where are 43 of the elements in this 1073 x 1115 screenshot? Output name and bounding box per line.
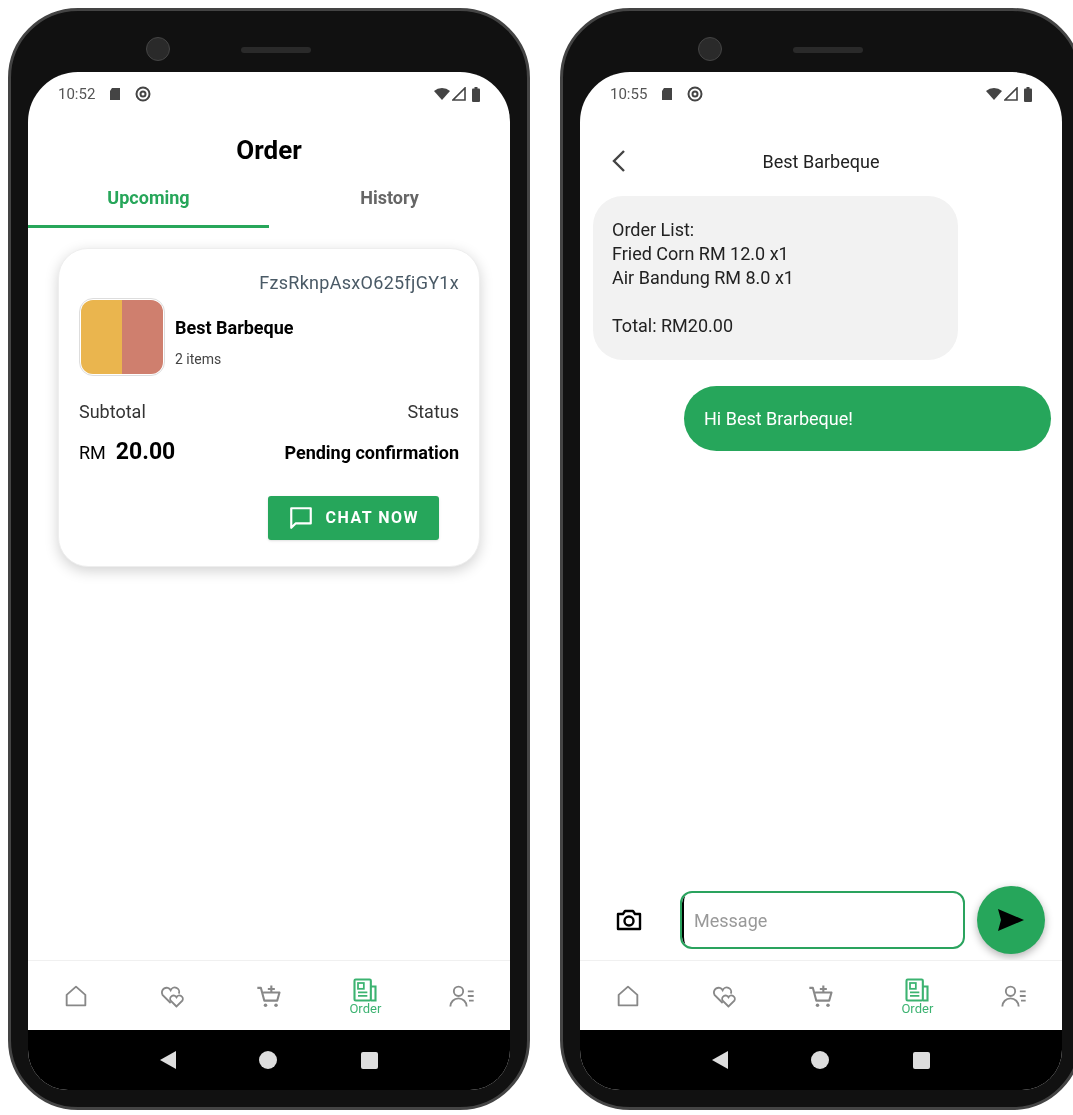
status-time: 10:52	[58, 83, 96, 105]
restaurant-name: Best Barbeque	[175, 316, 294, 340]
received-message-bubble: Order List: Fried Corn RM 12.0 x1 Air Bandung RM 8.0 x1 Total: RM20.00	[593, 196, 958, 360]
currency-label: RM	[79, 441, 106, 465]
sent-message-bubble: Hi Best Brarbeque!	[684, 386, 1051, 451]
speaker-grille	[793, 47, 863, 53]
tab[interactable]: History	[269, 180, 510, 228]
signal-icon	[1004, 87, 1018, 101]
nav-tab[interactable]: Order	[335, 975, 396, 1016]
speaker-grille	[241, 47, 311, 53]
page-title: Order	[235, 134, 303, 167]
receipt-icon	[903, 975, 932, 1004]
send-button[interactable]	[977, 886, 1045, 954]
status-label: Status	[407, 400, 459, 424]
recents-square-icon[interactable]	[913, 1051, 931, 1069]
battery-icon	[472, 86, 480, 102]
chat-title: Best Barbeque	[762, 149, 880, 174]
home-circle-icon[interactable]	[811, 1051, 830, 1069]
order-status: Pending confirmation	[284, 441, 459, 465]
back-triangle-icon[interactable]	[711, 1051, 728, 1069]
nav-tab[interactable]: Order	[887, 975, 948, 1016]
tab[interactable]: Upcoming	[28, 180, 269, 228]
front-camera	[146, 37, 170, 61]
chat-bubble-icon	[287, 504, 314, 531]
camera-icon[interactable]	[616, 908, 642, 932]
battery-icon	[1024, 86, 1032, 102]
front-camera	[698, 37, 722, 61]
item-count: 2 items	[175, 350, 223, 369]
subtotal-label: Subtotal	[79, 400, 146, 424]
back-chevron-icon[interactable]	[612, 149, 626, 173]
status-time: 10:55	[610, 83, 648, 105]
send-icon	[998, 909, 1024, 931]
subtotal-amount: 20.00	[115, 437, 176, 467]
wifi-icon	[434, 87, 450, 101]
recents-square-icon[interactable]	[361, 1051, 379, 1069]
signal-icon	[452, 87, 466, 101]
chat-now-button[interactable]: CHAT NOW	[267, 495, 439, 540]
wifi-icon	[986, 87, 1002, 101]
back-triangle-icon[interactable]	[159, 1051, 176, 1069]
home-circle-icon[interactable]	[259, 1051, 278, 1069]
message-input-field[interactable]: Message	[680, 891, 965, 949]
order-id: FzsRknpAsxO625fjGY1x	[259, 271, 459, 295]
receipt-icon	[351, 975, 380, 1004]
